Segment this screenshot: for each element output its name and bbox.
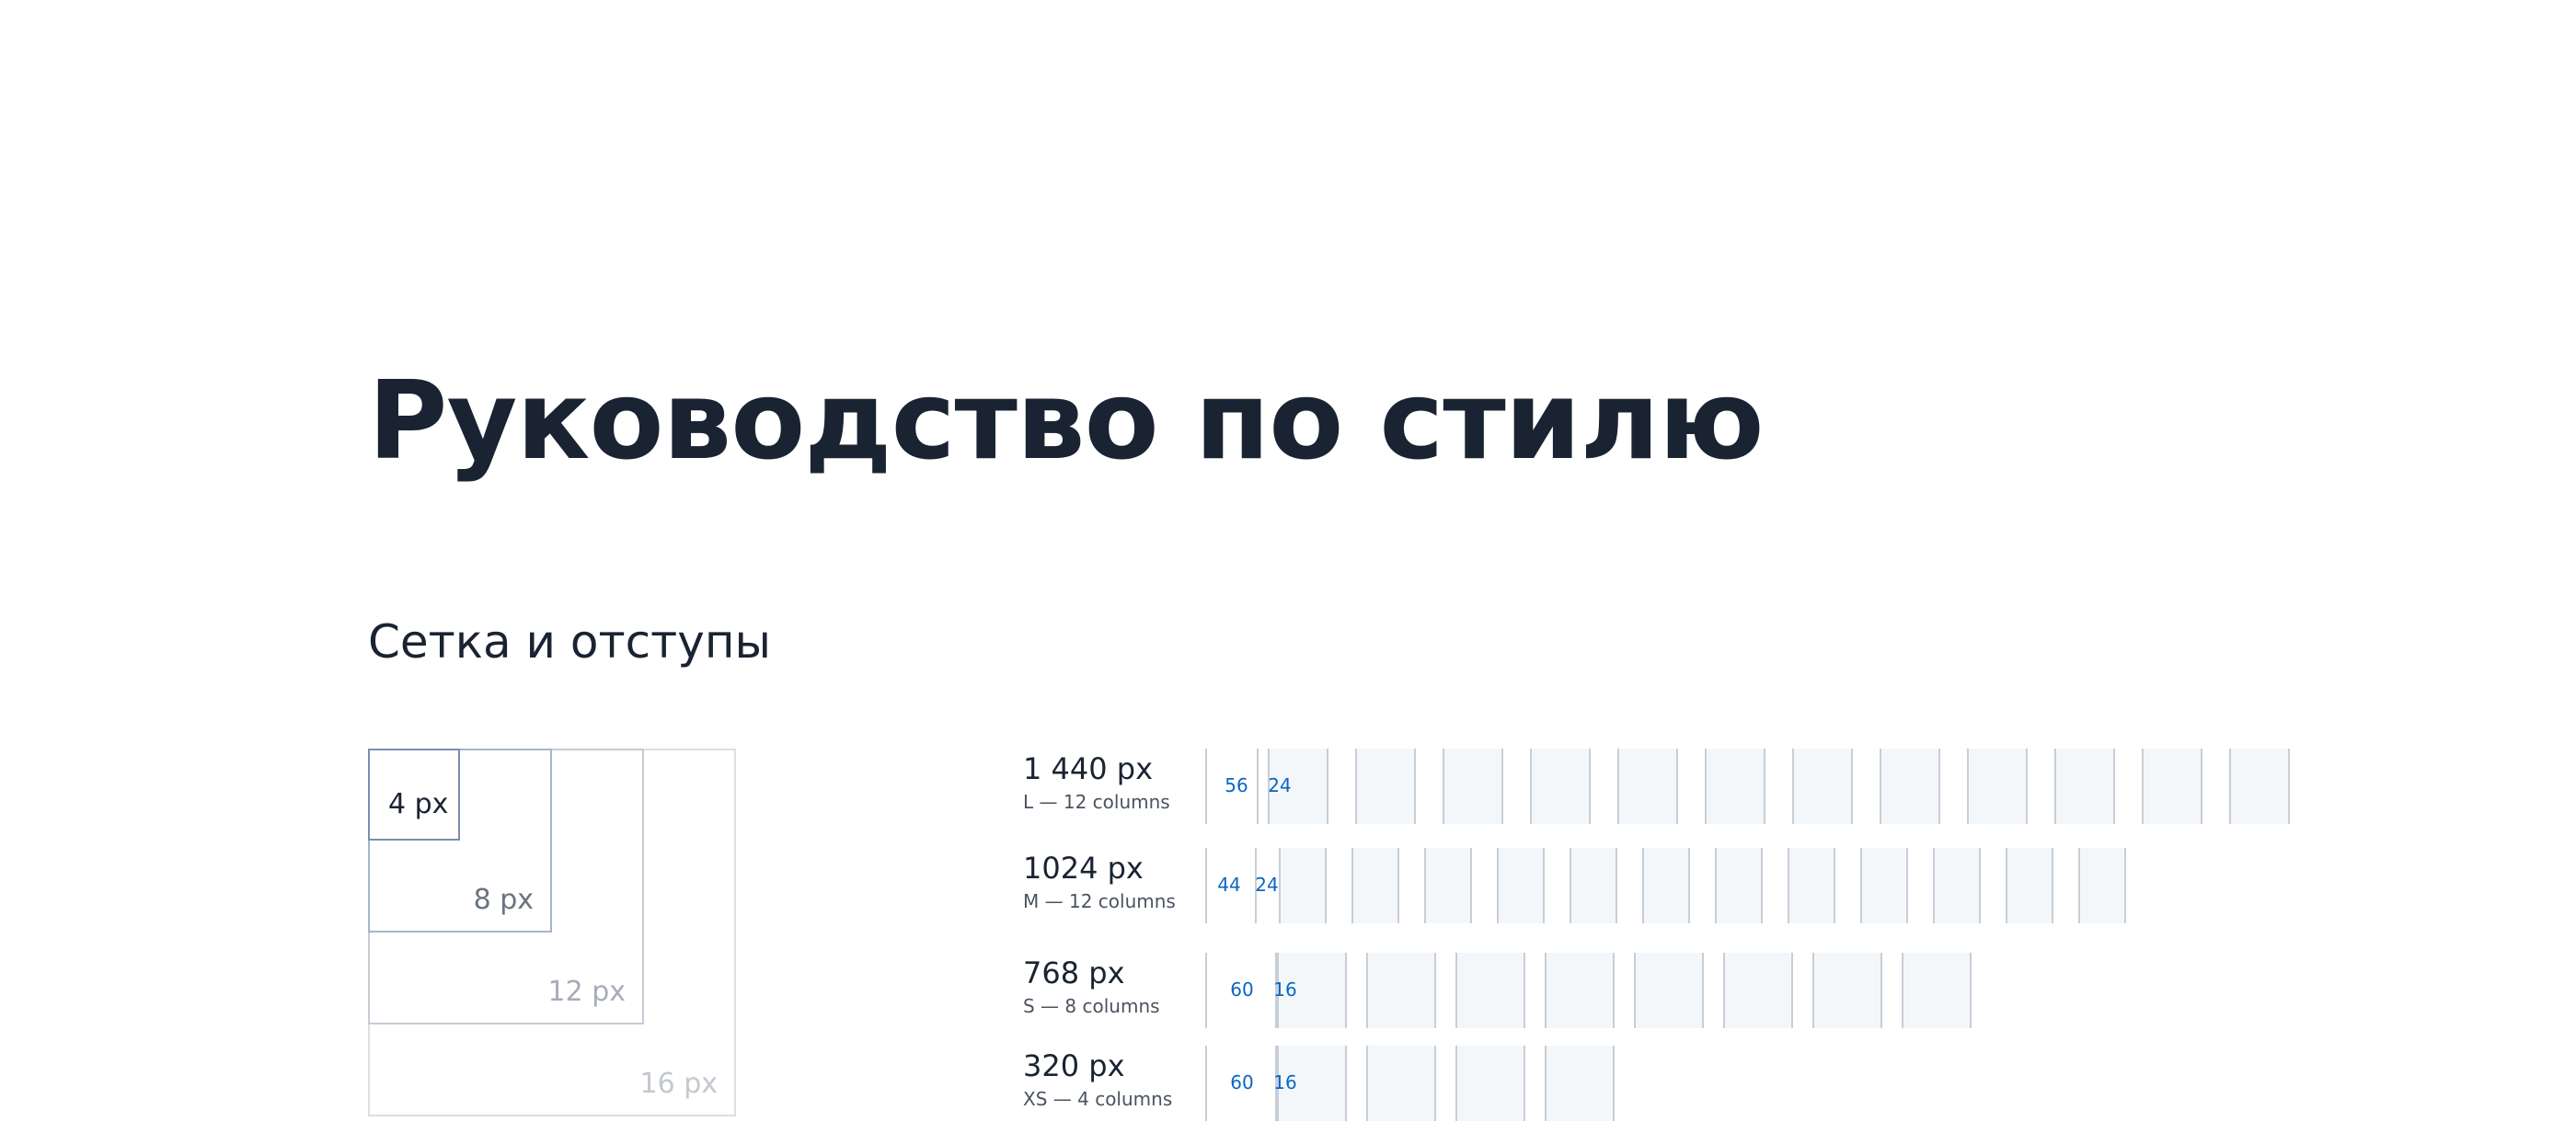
page-title: Руководство по стилю <box>368 357 1765 484</box>
grid-column <box>1455 1046 1525 1121</box>
breakpoint-l-margin-label: 56 <box>1225 774 1248 796</box>
breakpoint-m-edge <box>1205 848 1207 923</box>
grid-column <box>1642 848 1690 923</box>
grid-column <box>1705 749 1765 824</box>
spacing-scale: 16 px 12 px 8 px 4 px <box>368 749 736 1116</box>
grid-column <box>2006 848 2053 923</box>
breakpoint-m-gutter-label: 24 <box>1255 874 1279 896</box>
grid-column <box>1788 848 1835 923</box>
breakpoint-l-gutter-label: 24 <box>1268 774 1292 796</box>
breakpoint-l-description: L — 12 columns <box>1023 791 1170 813</box>
grid-column <box>1902 953 1972 1028</box>
spacing-12-label: 12 px <box>547 976 626 1008</box>
grid-column <box>1455 953 1525 1028</box>
grid-column <box>1812 953 1882 1028</box>
grid-column <box>1715 848 1763 923</box>
breakpoint-s-margin-label: 60 <box>1230 978 1254 1001</box>
breakpoint-l-name: 1 440 px <box>1023 751 1154 786</box>
grid-column <box>1355 749 1416 824</box>
breakpoint-xs-edge <box>1205 1046 1207 1121</box>
grid-column <box>1570 848 1617 923</box>
breakpoint-xs-description: XS — 4 columns <box>1023 1088 1173 1110</box>
breakpoint-m-margin-label: 44 <box>1217 874 1241 896</box>
spacing-4-label: 4 px <box>388 788 449 820</box>
grid-column <box>1530 749 1591 824</box>
grid-column <box>1860 848 1908 923</box>
grid-column <box>1424 848 1472 923</box>
breakpoint-s-name: 768 px <box>1023 956 1125 990</box>
breakpoint-l-margin-tick <box>1257 749 1259 824</box>
grid-column <box>1366 953 1436 1028</box>
grid-column <box>1279 848 1327 923</box>
grid-column <box>1933 848 1981 923</box>
spacing-4-box: 4 px <box>368 749 460 841</box>
breakpoint-xs-name: 320 px <box>1023 1048 1125 1083</box>
grid-column <box>2142 749 2202 824</box>
grid-column <box>1617 749 1678 824</box>
grid-column <box>1634 953 1704 1028</box>
grid-column <box>1443 749 1503 824</box>
grid-column <box>1967 749 2028 824</box>
grid-column <box>1723 953 1793 1028</box>
spacing-16-label: 16 px <box>639 1068 718 1100</box>
grid-column <box>1351 848 1399 923</box>
spacing-8-label: 8 px <box>473 884 534 916</box>
grid-column <box>1792 749 1853 824</box>
grid-column <box>2078 848 2126 923</box>
grid-column <box>1366 1046 1436 1121</box>
breakpoint-s-edge <box>1205 953 1207 1028</box>
breakpoint-s-description: S — 8 columns <box>1023 995 1160 1017</box>
breakpoint-s-gutter-label: 16 <box>1273 978 1297 1001</box>
grid-column <box>1497 848 1545 923</box>
grid-column <box>1545 953 1615 1028</box>
breakpoint-xs-margin-label: 60 <box>1230 1071 1254 1093</box>
breakpoint-l-edge <box>1205 749 1207 824</box>
grid-column <box>1880 749 1940 824</box>
grid-column <box>2229 749 2290 824</box>
breakpoint-xs-gutter-label: 16 <box>1273 1071 1297 1093</box>
breakpoint-m-description: M — 12 columns <box>1023 890 1176 912</box>
breakpoint-m-name: 1024 px <box>1023 851 1144 886</box>
grid-column <box>1545 1046 1615 1121</box>
grid-column <box>2054 749 2115 824</box>
section-title: Сетка и отступы <box>368 615 772 669</box>
